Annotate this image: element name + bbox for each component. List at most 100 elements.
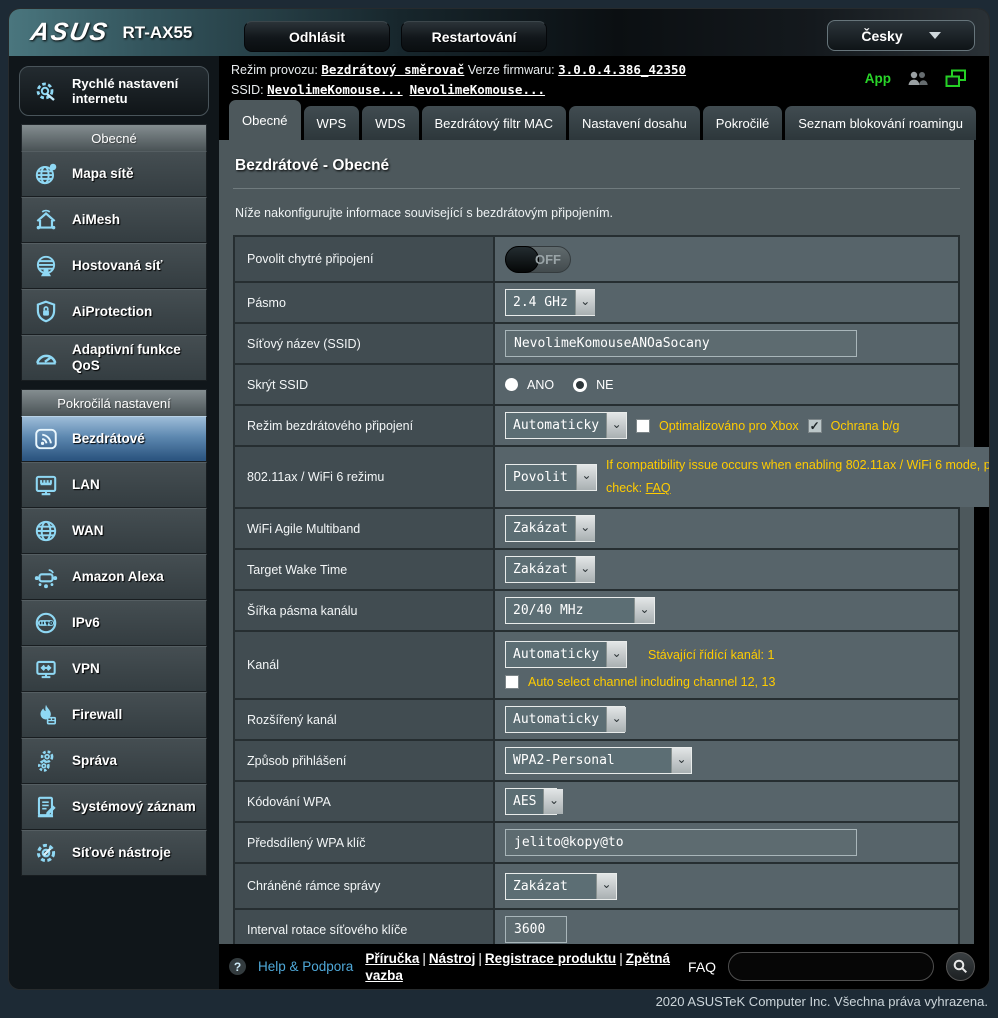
language-select[interactable]: Česky bbox=[827, 20, 975, 51]
reboot-button[interactable]: Restartování bbox=[401, 21, 547, 52]
toggle-knob bbox=[505, 246, 539, 273]
ipv6-badge-icon bbox=[28, 610, 64, 636]
radio-label-no: NE bbox=[596, 378, 613, 392]
field-label: Síťový název (SSID) bbox=[235, 324, 495, 363]
faq-search-input[interactable] bbox=[728, 952, 934, 981]
tab-wps[interactable]: WPS bbox=[304, 106, 360, 140]
sidebar-item-label: AiMesh bbox=[72, 212, 120, 228]
tab-professional[interactable]: Pokročilé bbox=[703, 106, 782, 140]
sidebar-item-vpn[interactable]: VPN bbox=[21, 646, 207, 692]
sidebar-item-label: Systémový záznam bbox=[72, 799, 196, 815]
channel-select[interactable]: Automaticky bbox=[505, 641, 627, 668]
field-label: Šířka pásma kanálu bbox=[235, 591, 495, 630]
operation-mode-link[interactable]: Bezdrátový směrovač bbox=[321, 62, 464, 77]
wpa-key-input[interactable] bbox=[505, 829, 857, 856]
auto-select-channel-label: Auto select channel including channel 12… bbox=[528, 675, 775, 689]
target-wake-time-select[interactable]: Zakázat bbox=[505, 556, 595, 583]
ax-mode-select[interactable]: Povolit bbox=[505, 464, 597, 491]
select-value: Zakázat bbox=[506, 516, 575, 541]
ssid-input[interactable] bbox=[505, 330, 857, 357]
manual-link[interactable]: Příručka bbox=[365, 951, 419, 966]
field-value: Zakázat bbox=[495, 864, 958, 908]
product-registration-link[interactable]: Registrace produktu bbox=[485, 951, 616, 966]
wpa-encryption-select[interactable]: AES bbox=[505, 788, 557, 815]
bg-protection-checkbox[interactable] bbox=[808, 419, 822, 433]
field-value bbox=[495, 823, 958, 862]
router-model: RT-AX55 bbox=[122, 23, 192, 43]
extension-channel-select[interactable]: Automaticky bbox=[505, 706, 625, 733]
globe-icon bbox=[28, 518, 64, 544]
tab-mac-filter[interactable]: Bezdrátový filtr MAC bbox=[422, 106, 566, 140]
copyright-text: 2020 ASUSTeK Computer Inc. Všechna práva… bbox=[656, 994, 988, 1009]
sidebar-item-label: Mapa sítě bbox=[72, 166, 134, 182]
lan-port-icon bbox=[28, 472, 64, 498]
sidebar-item-system-log[interactable]: Systémový záznam bbox=[21, 784, 207, 830]
rekey-interval-input[interactable] bbox=[505, 916, 567, 943]
sidebar-item-label: Rychlé nastavení internetu bbox=[72, 76, 200, 106]
band-select[interactable]: 2.4 GHz bbox=[505, 289, 595, 316]
field-value: AES bbox=[495, 782, 958, 821]
brand-block: ASUS RT-AX55 bbox=[31, 18, 192, 47]
ax-compatibility-note: If compatibility issue occurs when enabl… bbox=[606, 454, 990, 500]
sidebar-item-administration[interactable]: Správa bbox=[21, 738, 207, 784]
mesh-house-icon bbox=[28, 207, 64, 233]
sidebar-item-ipv6[interactable]: IPv6 bbox=[21, 600, 207, 646]
app-link[interactable]: App bbox=[865, 69, 891, 88]
protected-frames-select[interactable]: Zakázat bbox=[505, 873, 617, 900]
utility-link[interactable]: Nástroj bbox=[429, 951, 476, 966]
sidebar-item-network-tools[interactable]: Síťové nástroje bbox=[21, 830, 207, 876]
tab-general[interactable]: Obecné bbox=[229, 100, 301, 140]
clients-icon[interactable] bbox=[906, 70, 930, 87]
tab-wds[interactable]: WDS bbox=[362, 106, 418, 140]
bandwidth-select[interactable]: 20/40 MHz bbox=[505, 597, 655, 624]
chevron-down-icon bbox=[606, 413, 626, 438]
search-icon bbox=[953, 959, 968, 974]
ssid-label: SSID: bbox=[231, 83, 264, 97]
sidebar-item-aiprotection[interactable]: AiProtection bbox=[21, 289, 207, 335]
sidebar-item-quick-setup[interactable]: Rychlé nastavení internetu bbox=[19, 66, 209, 116]
agile-multiband-select[interactable]: Zakázat bbox=[505, 515, 595, 542]
main-column: Režim provozu: Bezdrátový směrovač Verze… bbox=[219, 56, 989, 989]
channel-line-1: Automaticky Stávající řídící kanál: 1 bbox=[505, 641, 774, 668]
quick-setup-gear-icon bbox=[28, 78, 64, 104]
tab-bar: Obecné WPS WDS Bezdrátový filtr MAC Nast… bbox=[219, 100, 989, 140]
sidebar-section-advanced: Pokročilá nastavení bbox=[21, 389, 207, 416]
sidebar-item-qos[interactable]: Adaptivní funkce QoS bbox=[21, 335, 207, 381]
auth-method-select[interactable]: WPA2-Personal bbox=[505, 747, 692, 774]
sidebar-item-wan[interactable]: WAN bbox=[21, 508, 207, 554]
tab-roaming-block[interactable]: Seznam blokování roamingu bbox=[785, 106, 976, 140]
sidebar-item-label: LAN bbox=[72, 477, 100, 493]
hide-ssid-no-radio[interactable] bbox=[573, 378, 587, 392]
wireless-icon bbox=[28, 426, 64, 452]
sidebar-item-label: Amazon Alexa bbox=[72, 569, 164, 585]
hide-ssid-yes-radio[interactable] bbox=[505, 378, 518, 391]
help-question-icon bbox=[229, 958, 246, 975]
ssid-5-link[interactable]: NevolimeKomouse... bbox=[410, 82, 545, 97]
xbox-optimized-checkbox[interactable] bbox=[636, 419, 650, 433]
field-value: Automaticky Optimalizováno pro Xbox Ochr… bbox=[495, 406, 958, 445]
sidebar-item-wireless[interactable]: Bezdrátové bbox=[21, 416, 207, 462]
faq-label: FAQ bbox=[688, 959, 716, 975]
sidebar-item-label: VPN bbox=[72, 661, 100, 677]
sidebar-item-amazon-alexa[interactable]: Amazon Alexa bbox=[21, 554, 207, 600]
sidebar-item-network-map[interactable]: Mapa sítě bbox=[21, 151, 207, 197]
tab-radius[interactable]: Nastavení dosahu bbox=[569, 106, 700, 140]
field-label: Skrýt SSID bbox=[235, 365, 495, 404]
smart-connect-toggle[interactable]: OFF bbox=[505, 246, 571, 273]
firmware-version-link[interactable]: 3.0.0.4.386_42350 bbox=[558, 62, 686, 77]
sidebar-item-guest-network[interactable]: Hostovaná síť bbox=[21, 243, 207, 289]
select-value: Automaticky bbox=[506, 413, 606, 438]
logout-button[interactable]: Odhlásit bbox=[244, 21, 390, 52]
search-button[interactable] bbox=[946, 952, 975, 981]
row-wpa-key: Předsdílený WPA klíč bbox=[235, 823, 958, 864]
gears-icon bbox=[28, 748, 64, 774]
wireless-mode-select[interactable]: Automaticky bbox=[505, 412, 627, 439]
faq-link[interactable]: FAQ bbox=[646, 481, 671, 495]
ssid-24-link[interactable]: NevolimeKomouse... bbox=[267, 82, 402, 97]
auto-select-channel-checkbox[interactable] bbox=[505, 675, 519, 689]
sidebar-item-firewall[interactable]: Firewall bbox=[21, 692, 207, 738]
sidebar-item-lan[interactable]: LAN bbox=[21, 462, 207, 508]
remote-connection-icon[interactable] bbox=[945, 69, 967, 88]
help-support-link[interactable]: Help & Podpora bbox=[258, 959, 353, 974]
sidebar-item-aimesh[interactable]: AiMesh bbox=[21, 197, 207, 243]
